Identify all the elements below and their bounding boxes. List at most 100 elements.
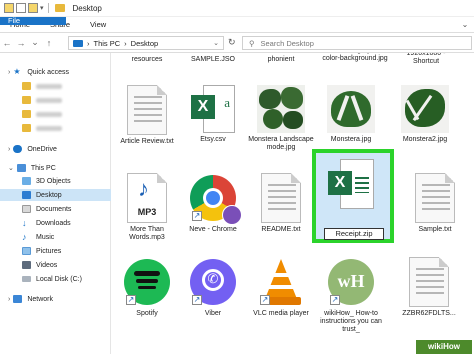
search-input[interactable]: ⚲ Search Desktop [242, 36, 472, 50]
document-icon [22, 205, 31, 213]
chevron-right-icon: › [8, 145, 11, 153]
file-item-mp3[interactable]: ♪ MP3 More Than Words.mp3 [114, 173, 180, 242]
search-placeholder: Search Desktop [260, 38, 314, 48]
file-label: Monstera2.jpg [402, 136, 448, 143]
tab-view[interactable]: View [80, 17, 116, 32]
sidebar-item-videos[interactable]: Videos [0, 259, 111, 271]
file-label: resources [131, 56, 163, 63]
sidebar-item-label: Downloads [36, 219, 71, 227]
folder-icon [22, 124, 31, 132]
file-label: SAMPLE.JSO [191, 56, 235, 63]
file-item-zzbr[interactable]: ZZBR62FDLTS... [396, 257, 462, 318]
sidebar-item-desktop[interactable]: Desktop [0, 189, 111, 201]
sidebar-item-pinned-2[interactable] [0, 94, 111, 106]
list-item[interactable]: resources [114, 56, 180, 64]
shortcut-arrow-icon: ↗ [330, 295, 340, 305]
file-item-monstera2[interactable]: Monstera2.jpg [392, 85, 458, 144]
sidebar-item-pinned-3[interactable] [0, 108, 111, 120]
image-thumbnail [392, 85, 458, 133]
file-item-spotify[interactable]: ↗ Spotify [114, 257, 180, 318]
file-item-receipt-zip[interactable]: X [318, 159, 384, 214]
address-dropdown-icon[interactable]: ⌄ [213, 39, 219, 47]
expand-ribbon-icon[interactable]: ⌄ [456, 17, 474, 32]
tab-file[interactable]: File [0, 17, 66, 25]
back-icon[interactable]: ← [0, 38, 14, 48]
shortcut-arrow-icon: ↗ [192, 295, 202, 305]
file-label: wikiHow_ How-to instructions you can tru… [320, 310, 382, 333]
chevron-right-icon: › [8, 295, 11, 303]
file-item-wikihow[interactable]: wH ↗ wikiHow_ How-to instructions you ca… [318, 257, 384, 334]
file-label: 2560x1440-gray-solid-color-background.jp… [320, 53, 390, 62]
breadcrumb-separator-icon: › [87, 38, 90, 48]
watermark-logo: wikiHow [416, 340, 472, 354]
sidebar-item-label: 3D Objects [36, 177, 71, 185]
sidebar-item-this-pc[interactable]: ⌄ This PC [0, 162, 111, 174]
address-bar[interactable]: › This PC › Desktop ⌄ [68, 36, 224, 50]
sidebar-item-label: This PC [30, 164, 56, 172]
sidebar-item-label: Pictures [36, 247, 62, 255]
sidebar-item-quick-access[interactable]: › ★ Quick access [0, 66, 111, 78]
sidebar-item-pinned-1[interactable] [0, 80, 111, 92]
sidebar-item-3d-objects[interactable]: 3D Objects [0, 175, 111, 187]
folder-icon [22, 110, 31, 118]
music-note-icon: ♪ [22, 232, 27, 242]
forward-icon[interactable]: → [14, 38, 28, 48]
file-item-sample[interactable]: Sample.txt [402, 173, 468, 234]
customize-toolbar-icon[interactable]: ▾ [40, 4, 44, 12]
sidebar-item-pictures[interactable]: Pictures [0, 245, 111, 257]
sidebar-item-network[interactable]: › Network [0, 293, 111, 305]
properties-icon[interactable] [16, 3, 26, 13]
file-item-viber[interactable]: ✆ ↗ Viber [180, 257, 246, 318]
spotify-icon: ↗ [122, 257, 172, 307]
sidebar-item-label: Quick access [27, 68, 69, 76]
folder-icon [22, 82, 31, 90]
image-thumbnail [318, 85, 384, 133]
file-list: resources SAMPLE.JSO phonient 2560x1440-… [112, 53, 474, 354]
sidebar-item-label: Videos [36, 261, 58, 269]
drive-icon [22, 276, 31, 282]
sidebar-item-label: Network [27, 295, 54, 303]
search-icon: ⚲ [249, 38, 255, 48]
file-label: README.txt [261, 226, 301, 233]
text-file-icon [402, 173, 468, 223]
blurred-label [36, 125, 62, 131]
phone-icon: ✆ [207, 271, 219, 286]
file-label: Sample.txt [418, 226, 452, 233]
sidebar-item-pinned-4[interactable] [0, 122, 111, 134]
quick-access-toolbar: ▾ [0, 3, 51, 13]
file-label: Monstera.jpg [330, 136, 372, 143]
blurred-label [36, 83, 62, 89]
new-folder-icon[interactable] [28, 3, 38, 13]
file-item-monstera-landscape[interactable]: Monstera Landscape mode.jpg [248, 85, 314, 152]
divider [47, 3, 49, 13]
file-label: Article Review.txt [120, 138, 174, 145]
list-item[interactable]: phonient [248, 56, 314, 64]
title-bar: ▾ Desktop [0, 0, 474, 17]
rename-input[interactable]: Receipt.zip [324, 228, 384, 240]
file-label: phonient [267, 56, 295, 63]
file-item-chrome[interactable]: ↗ Neve - Chrome [180, 173, 246, 234]
sidebar-item-documents[interactable]: Documents [0, 203, 111, 215]
breadcrumb-this-pc[interactable]: This PC [94, 39, 121, 48]
sidebar-item-music[interactable]: ♪ Music [0, 231, 111, 243]
refresh-icon[interactable]: ↻ [228, 37, 238, 49]
file-item-etsy-csv[interactable]: Xa Etsy.csv [180, 85, 246, 144]
network-icon [13, 295, 23, 303]
video-icon [22, 261, 31, 269]
file-item-monstera[interactable]: Monstera.jpg [318, 85, 384, 144]
list-item[interactable]: SAMPLE.JSO [180, 56, 246, 64]
recent-locations-icon[interactable]: ⌄ [28, 37, 42, 48]
sidebar-item-local-disk[interactable]: Local Disk (C:) [0, 273, 111, 285]
sidebar-item-downloads[interactable]: ↓ Downloads [0, 217, 111, 229]
file-item-vlc[interactable]: ↗ VLC media player [248, 257, 314, 318]
file-item-article-review[interactable]: Article Review.txt [114, 85, 180, 146]
sidebar-item-onedrive[interactable]: › OneDrive [0, 143, 111, 155]
breadcrumb-desktop[interactable]: Desktop [131, 39, 159, 48]
excel-csv-icon: Xa [180, 85, 246, 133]
up-icon[interactable]: ↑ [42, 38, 56, 48]
file-label: VLC media player [253, 310, 309, 317]
list-item[interactable]: 1920x1080 - Shortcut [396, 53, 456, 66]
list-item[interactable]: 2560x1440-gray-solid-color-background.jp… [318, 53, 392, 63]
audio-file-icon: ♪ MP3 [114, 173, 180, 223]
file-item-readme[interactable]: README.txt [248, 173, 314, 234]
